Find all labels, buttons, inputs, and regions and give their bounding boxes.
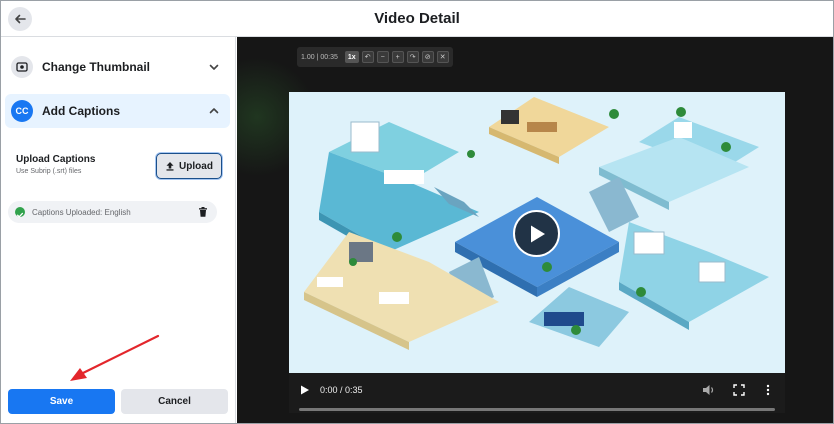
caption-status: Captions Uploaded: English xyxy=(8,201,217,223)
disable-button[interactable]: ⊘ xyxy=(421,51,434,63)
toolbar-time: 1.00 | 00:35 xyxy=(301,53,338,61)
upload-button-label: Upload xyxy=(179,160,213,172)
video-frame[interactable] xyxy=(289,92,785,373)
volume-icon[interactable] xyxy=(702,384,716,396)
caption-toolbar: 1.00 | 00:35 1x ↶ − + ↷ ⊘ ✕ xyxy=(297,47,453,67)
upload-captions-subtitle: Use Subrip (.srt) files xyxy=(16,168,82,175)
cancel-button[interactable]: Cancel xyxy=(121,389,228,414)
section-label: Add Captions xyxy=(42,104,120,118)
thumbnail-icon xyxy=(11,56,33,78)
upload-captions-title: Upload Captions xyxy=(16,154,96,165)
minus-button[interactable]: − xyxy=(376,51,389,63)
trash-icon[interactable] xyxy=(197,206,209,218)
save-button[interactable]: Save xyxy=(8,389,115,414)
page-title: Video Detail xyxy=(374,10,460,27)
upload-icon xyxy=(166,162,174,171)
annotation-arrow xyxy=(70,334,160,381)
app-window: Video Detail Change Thumbnail CC Add Cap… xyxy=(0,0,834,424)
section-change-thumbnail[interactable]: Change Thumbnail xyxy=(5,50,230,84)
chevron-down-icon xyxy=(209,64,219,70)
redo-button[interactable]: ↷ xyxy=(406,51,419,63)
undo-button[interactable]: ↶ xyxy=(361,51,374,63)
play-icon xyxy=(530,225,545,242)
fullscreen-icon[interactable] xyxy=(733,384,745,396)
upload-button[interactable]: Upload xyxy=(156,153,222,179)
cc-icon: CC xyxy=(11,100,33,122)
video-panel: 1.00 | 00:35 1x ↶ − + ↷ ⊘ ✕ 0:00 / 0:35 xyxy=(237,37,833,423)
more-options-icon[interactable] xyxy=(766,384,770,396)
speed-button[interactable]: 1x xyxy=(344,51,359,63)
play-overlay-button[interactable] xyxy=(513,210,560,257)
player-controls: 0:00 / 0:35 xyxy=(289,373,785,413)
player-time: 0:00 / 0:35 xyxy=(320,385,363,395)
caption-status-text: Captions Uploaded: English xyxy=(32,208,131,217)
plus-button[interactable]: + xyxy=(391,51,404,63)
play-icon[interactable] xyxy=(299,384,311,396)
check-circle-icon xyxy=(15,207,25,218)
left-panel: Change Thumbnail CC Add Captions Upload … xyxy=(1,37,236,423)
progress-bar[interactable] xyxy=(299,408,775,411)
section-add-captions[interactable]: CC Add Captions xyxy=(5,94,230,128)
section-label: Change Thumbnail xyxy=(42,60,150,74)
chevron-up-icon xyxy=(209,108,219,114)
close-button[interactable]: ✕ xyxy=(436,51,449,63)
header: Video Detail xyxy=(1,1,833,37)
